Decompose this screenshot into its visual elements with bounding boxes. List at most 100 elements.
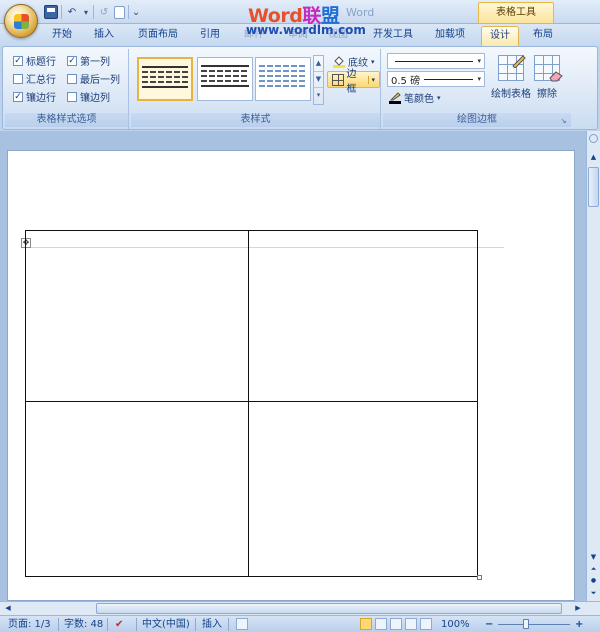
macro-record-icon[interactable] <box>236 618 248 630</box>
checkbox-box[interactable] <box>67 91 77 102</box>
status-separator <box>107 618 108 631</box>
zoom-out-icon[interactable]: − <box>485 618 493 631</box>
zoom-slider-track[interactable] <box>498 624 570 625</box>
tab-insert[interactable]: 插入 <box>86 26 122 46</box>
word-count[interactable]: 字数: 48 <box>64 618 103 631</box>
qat-separator <box>61 5 62 19</box>
tab-add-ins[interactable]: 加载项 <box>426 26 474 46</box>
previous-page-icon[interactable]: ⏶ <box>588 563 599 575</box>
table-column-divider <box>248 231 249 576</box>
print-preview-icon[interactable] <box>114 5 125 19</box>
style-line <box>201 85 249 87</box>
qat-separator <box>128 5 129 19</box>
checkbox-box[interactable]: ✓ <box>13 91 23 102</box>
language-indicator[interactable]: 中文(中国) <box>142 618 190 631</box>
tab-references[interactable]: 引用 <box>192 26 228 46</box>
window-title: Word <box>346 6 375 19</box>
scroll-right-icon[interactable]: ▶ <box>572 603 584 614</box>
draw-table-icon <box>498 55 526 81</box>
dialog-launcher-icon[interactable]: ↘ <box>559 117 568 126</box>
vertical-scrollbar[interactable]: ▲ ▼ ⏶ ● ⏷ <box>586 131 600 601</box>
checkbox-label: 镶边行 <box>26 93 56 104</box>
insert-mode-indicator[interactable]: 插入 <box>202 618 222 631</box>
customize-qat-icon[interactable]: ⌄ <box>132 5 140 19</box>
gallery-more-icon[interactable]: ▾ <box>314 88 323 104</box>
dropdown-arrow-icon: ▾ <box>437 93 441 102</box>
checkbox-box[interactable]: ✓ <box>67 55 77 66</box>
select-browse-object-icon[interactable]: ● <box>588 575 599 587</box>
borders-button[interactable]: 边框 ▾ <box>327 69 380 95</box>
office-button[interactable] <box>4 4 38 38</box>
tab-developer[interactable]: 开发工具 <box>364 26 422 46</box>
dropdown-arrow-icon: ▾ <box>477 75 481 83</box>
zoom-in-icon[interactable]: + <box>575 618 583 631</box>
checkbox-box[interactable] <box>13 73 23 84</box>
checkbox-first-column[interactable]: ✓ 第一列 <box>67 53 110 68</box>
pen-color-button[interactable]: 笔颜色 ▾ <box>385 89 445 106</box>
dropdown-arrow-icon: ▾ <box>368 75 375 84</box>
checkbox-box[interactable] <box>67 73 77 84</box>
print-layout-view-icon[interactable] <box>360 618 372 630</box>
tab-layout[interactable]: 布局 <box>524 26 562 46</box>
zoom-level[interactable]: 100% <box>441 618 470 631</box>
outline-view-icon[interactable] <box>405 618 417 630</box>
borders-label: 边框 <box>346 68 357 95</box>
table-style-grid[interactable] <box>137 57 193 101</box>
vertical-scroll-thumb[interactable] <box>588 167 599 207</box>
line-sample <box>424 78 474 80</box>
horizontal-scroll-thumb[interactable] <box>96 603 562 614</box>
web-layout-view-icon[interactable] <box>390 618 402 630</box>
checkbox-header-row[interactable]: ✓ 标题行 <box>13 53 56 68</box>
checkbox-last-column[interactable]: 最后一列 <box>67 71 120 86</box>
next-page-icon[interactable]: ⏷ <box>588 587 599 599</box>
dropdown-arrow-icon: ▾ <box>477 57 481 65</box>
quick-access-toolbar: ↶ ▾ ↺ ⌄ <box>44 5 140 19</box>
tab-page-layout[interactable]: 页面布局 <box>130 26 186 46</box>
zoom-slider-thumb[interactable] <box>523 619 529 629</box>
checkbox-label: 第一列 <box>80 57 110 68</box>
proofing-icon[interactable]: ✔ <box>115 618 123 631</box>
save-icon[interactable] <box>44 5 58 19</box>
checkbox-box[interactable]: ✓ <box>13 55 23 66</box>
group-table-styles: ▲ ▼ ▾ 底纹 ▾ 边框 ▾ 表样式 <box>131 49 381 129</box>
style-line <box>259 85 307 87</box>
style-line <box>259 70 307 72</box>
horizontal-scrollbar[interactable]: ◀ ▶ <box>0 601 600 615</box>
undo-icon[interactable]: ↶ <box>65 5 79 19</box>
draft-view-icon[interactable] <box>420 618 432 630</box>
tab-design[interactable]: 设计 <box>481 26 519 46</box>
scroll-up-icon[interactable]: ▲ <box>588 151 599 163</box>
scroll-left-icon[interactable]: ◀ <box>2 603 14 614</box>
line-weight-select[interactable]: 0.5 磅 ▾ <box>387 71 485 87</box>
page-counter[interactable]: 页面: 1/3 <box>8 618 51 631</box>
checkbox-banded-columns[interactable]: 镶边列 <box>67 89 110 104</box>
eraser-button[interactable]: 擦除 <box>527 53 567 100</box>
ribbon: ✓ 标题行 ✓ 第一列 汇总行 最后一列 ✓ 镶边行 镶边列 表格样式选项 ▲ ▼ ▾… <box>2 46 598 130</box>
full-screen-reading-view-icon[interactable] <box>375 618 387 630</box>
scroll-down-icon[interactable]: ▼ <box>314 72 323 88</box>
watermark-url: www.wordlm.com <box>246 23 366 37</box>
undo-dropdown-icon[interactable]: ▾ <box>82 5 90 19</box>
style-line <box>201 75 249 77</box>
table-row-divider <box>26 401 477 402</box>
pen-icon <box>389 91 401 104</box>
line-style-select[interactable]: ▾ <box>387 53 485 69</box>
status-separator <box>228 618 229 631</box>
table-style-simple[interactable] <box>197 57 253 101</box>
repeat-icon[interactable]: ↺ <box>97 5 111 19</box>
scroll-down-icon[interactable]: ▼ <box>588 551 599 563</box>
style-line <box>142 71 188 73</box>
ruler-toggle-icon[interactable] <box>588 133 599 145</box>
style-line <box>142 81 188 83</box>
dropdown-arrow-icon: ▾ <box>371 57 375 66</box>
checkbox-total-row[interactable]: 汇总行 <box>13 71 56 86</box>
tab-home[interactable]: 开始 <box>44 26 80 46</box>
document-table[interactable] <box>25 230 478 577</box>
style-gallery-scroll[interactable]: ▲ ▼ ▾ <box>313 55 324 105</box>
style-line <box>142 66 188 68</box>
scroll-up-icon[interactable]: ▲ <box>314 56 323 72</box>
style-line <box>142 86 188 88</box>
checkbox-banded-rows[interactable]: ✓ 镶边行 <box>13 89 56 104</box>
table-style-light[interactable] <box>255 57 311 101</box>
table-resize-handle[interactable] <box>477 575 482 580</box>
